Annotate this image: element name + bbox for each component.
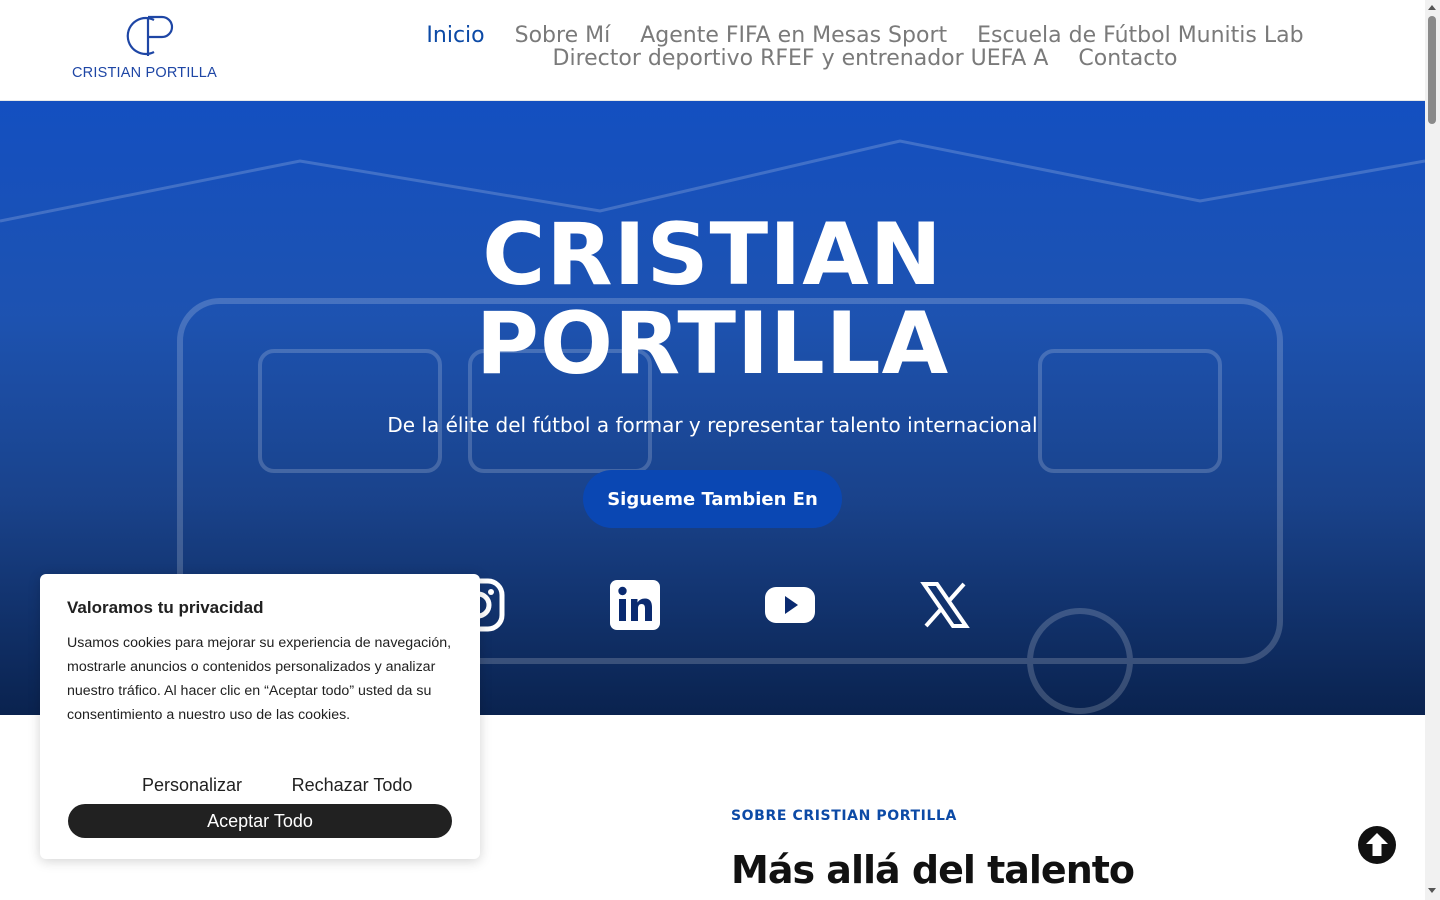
- site-logo[interactable]: CRISTIAN PORTILLA: [72, 12, 232, 84]
- about-section-label: SOBRE CRISTIAN PORTILLA: [731, 808, 957, 824]
- back-to-top-button[interactable]: [1357, 825, 1397, 865]
- hero-title: CRISTIAN PORTILLA: [0, 211, 1425, 389]
- logo-text: CRISTIAN PORTILLA: [72, 65, 217, 81]
- nav-item-agente-fifa[interactable]: Agente FIFA en Mesas Sport: [640, 24, 947, 47]
- linkedin-link[interactable]: [607, 577, 663, 633]
- cp-monogram-icon: [126, 15, 174, 56]
- youtube-link[interactable]: [762, 577, 818, 633]
- customize-cookies-button[interactable]: Personalizar: [106, 771, 278, 799]
- x-link[interactable]: [917, 577, 973, 633]
- hero-title-line-1: CRISTIAN: [482, 205, 943, 305]
- scroll-down-arrow-icon[interactable]: [1428, 888, 1436, 893]
- hero-subtitle: De la élite del fútbol a formar y repres…: [387, 413, 1038, 437]
- nav-item-director-deportivo[interactable]: Director deportivo RFEF y entrenador UEF…: [553, 47, 1049, 70]
- nav-item-contacto[interactable]: Contacto: [1078, 47, 1177, 70]
- main-nav: Inicio Sobre Mí Agente FIFA en Mesas Spo…: [420, 24, 1310, 70]
- youtube-icon: [765, 587, 815, 623]
- cookie-title: Valoramos tu privacidad: [67, 598, 264, 617]
- cookie-text: Usamos cookies para mejorar su experienc…: [67, 635, 452, 723]
- arrow-up-circle-icon: [1358, 826, 1396, 864]
- follow-me-button[interactable]: Sigueme Tambien En: [583, 470, 842, 528]
- hero-title-line-2: PORTILLA: [475, 294, 950, 394]
- linkedin-icon: [610, 580, 660, 630]
- site-header: CRISTIAN PORTILLA Inicio Sobre Mí Agente…: [0, 0, 1425, 101]
- cookie-consent-panel: Valoramos tu privacidad Usamos cookies p…: [40, 574, 480, 859]
- about-section-title: Más allá del talento: [731, 848, 1135, 892]
- nav-item-sobre-mi[interactable]: Sobre Mí: [515, 24, 611, 47]
- nav-item-inicio[interactable]: Inicio: [426, 24, 484, 47]
- accept-all-button[interactable]: Aceptar Todo: [68, 804, 452, 838]
- page-scrollbar[interactable]: [1425, 0, 1440, 900]
- scrollbar-thumb[interactable]: [1428, 16, 1436, 124]
- reject-all-button[interactable]: Rechazar Todo: [276, 771, 428, 799]
- x-icon: [920, 582, 970, 628]
- scroll-up-arrow-icon[interactable]: [1428, 5, 1436, 10]
- nav-item-escuela-futbol[interactable]: Escuela de Fútbol Munitis Lab: [977, 24, 1303, 47]
